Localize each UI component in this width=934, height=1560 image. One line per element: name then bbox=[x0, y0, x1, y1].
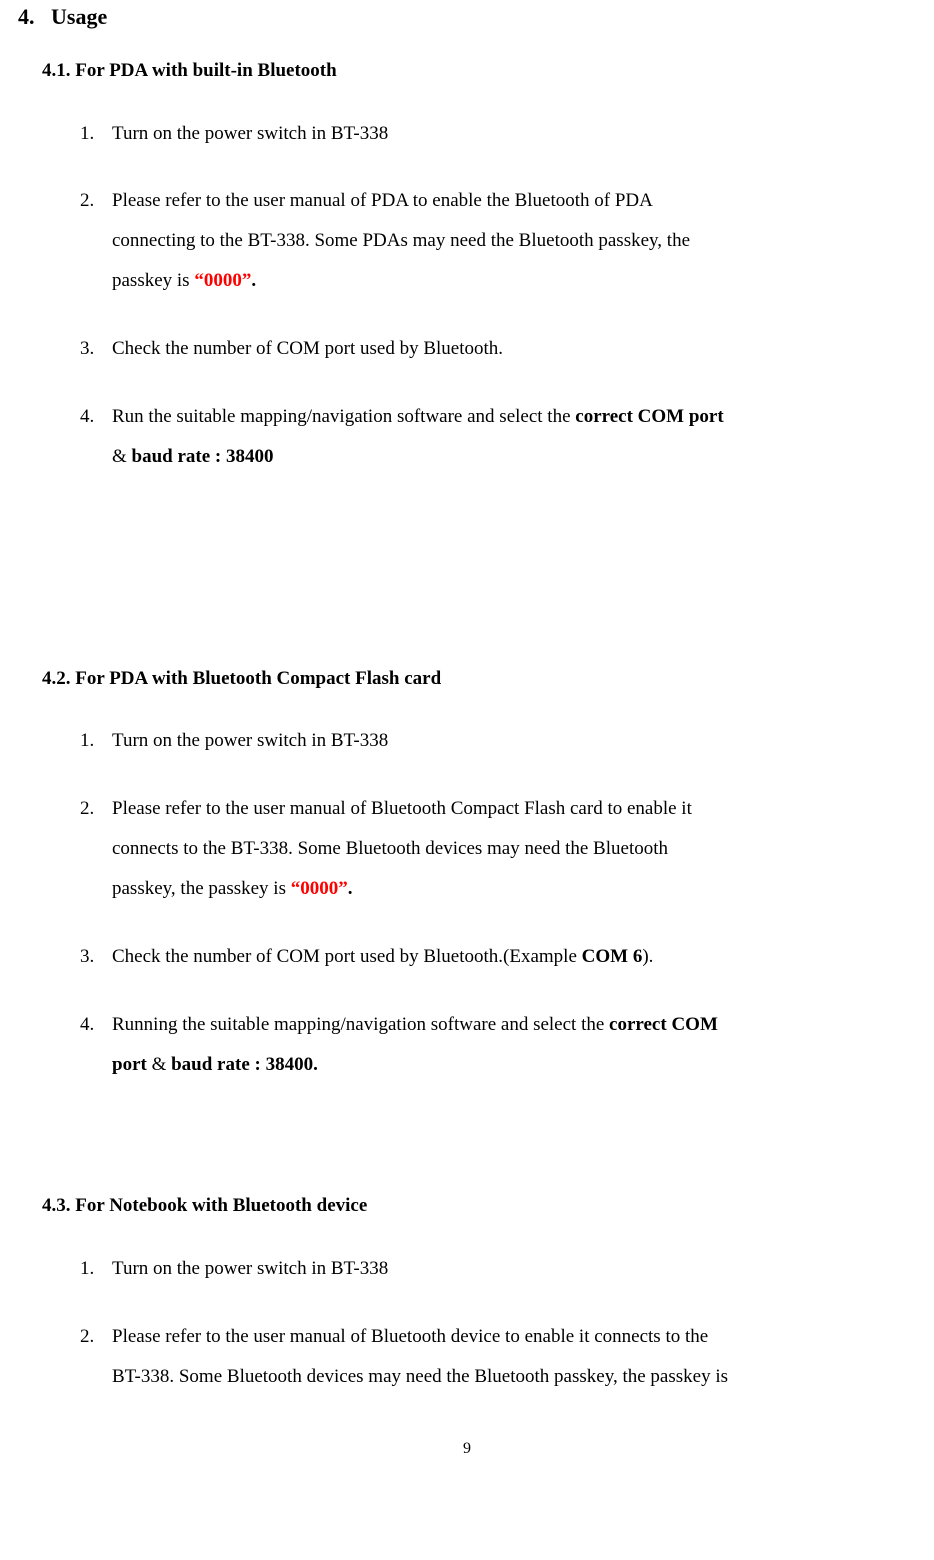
page-number: 9 bbox=[18, 1437, 916, 1461]
item-text-cont: passkey, the passkey is “0000”. bbox=[80, 869, 916, 909]
com-port-example: COM 6 bbox=[582, 946, 643, 967]
text: passkey is bbox=[112, 270, 194, 291]
com-port-label: correct COM port bbox=[575, 406, 723, 427]
list-item: 2. Please refer to the user manual of Blu… bbox=[18, 789, 916, 909]
passkey-value: “0000” bbox=[291, 878, 348, 899]
list-item: 4. Run the suitable mapping/navigation so… bbox=[18, 397, 916, 477]
com-port-label-cont: port bbox=[112, 1054, 147, 1075]
item-number: 4. bbox=[80, 397, 104, 437]
item-text: Please refer to the user manual of Bluet… bbox=[112, 1326, 708, 1347]
text: passkey, the passkey is bbox=[112, 878, 291, 899]
item-text: Run the suitable mapping/navigation soft… bbox=[112, 406, 724, 427]
list-item: 1. Turn on the power switch in BT-338 bbox=[18, 1249, 916, 1289]
text: Check the number of COM port used by Blu… bbox=[112, 946, 582, 967]
subsection-4-1-heading: 4.1. For PDA with built-in Bluetooth bbox=[18, 57, 916, 86]
item-text: Check the number of COM port used by Blu… bbox=[112, 946, 653, 967]
item-text-cont: connecting to the BT-338. Some PDAs may … bbox=[80, 221, 916, 261]
text: . bbox=[251, 270, 256, 291]
text: Run the suitable mapping/navigation soft… bbox=[112, 406, 575, 427]
list-item: 1. Turn on the power switch in BT-338 bbox=[18, 721, 916, 761]
list-item: 2. Please refer to the user manual of PDA… bbox=[18, 181, 916, 301]
list-item: 3. Check the number of COM port used by B… bbox=[18, 937, 916, 977]
item-text-cont: connects to the BT-338. Some Bluetooth d… bbox=[80, 829, 916, 869]
item-text-cont: passkey is “0000”. bbox=[80, 261, 916, 301]
item-text: Turn on the power switch in BT-338 bbox=[112, 730, 388, 751]
list-item: 4. Running the suitable mapping/navigatio… bbox=[18, 1005, 916, 1085]
item-text: Turn on the power switch in BT-338 bbox=[112, 1258, 388, 1279]
item-text-cont: port & baud rate : 38400. bbox=[80, 1045, 916, 1085]
section-heading: 4. Usage bbox=[18, 0, 916, 33]
com-port-label: correct COM bbox=[609, 1014, 718, 1035]
item-number: 2. bbox=[80, 789, 104, 829]
list-item: 3. Check the number of COM port used by B… bbox=[18, 329, 916, 369]
text: ). bbox=[642, 946, 653, 967]
text: Running the suitable mapping/navigation … bbox=[112, 1014, 609, 1035]
item-text: Turn on the power switch in BT-338 bbox=[112, 123, 388, 144]
item-number: 1. bbox=[80, 1249, 104, 1289]
item-text: Please refer to the user manual of Bluet… bbox=[112, 798, 692, 819]
item-number: 2. bbox=[80, 1317, 104, 1357]
item-number: 1. bbox=[80, 114, 104, 154]
item-text: Please refer to the user manual of PDA t… bbox=[112, 190, 653, 211]
baud-rate-label: baud rate : 38400. bbox=[171, 1054, 318, 1075]
item-text-cont: & baud rate : 38400 bbox=[80, 437, 916, 477]
list-item: 2. Please refer to the user manual of Blu… bbox=[18, 1317, 916, 1397]
text: & bbox=[147, 1054, 171, 1075]
item-number: 2. bbox=[80, 181, 104, 221]
item-number: 1. bbox=[80, 721, 104, 761]
item-text: Running the suitable mapping/navigation … bbox=[112, 1014, 718, 1035]
item-number: 3. bbox=[80, 937, 104, 977]
item-text-cont: BT-338. Some Bluetooth devices may need … bbox=[80, 1357, 916, 1397]
subsection-4-2-heading: 4.2. For PDA with Bluetooth Compact Flas… bbox=[18, 665, 916, 694]
section-number: 4. bbox=[18, 4, 35, 29]
subsection-4-3-heading: 4.3. For Notebook with Bluetooth device bbox=[18, 1192, 916, 1221]
passkey-value: “0000” bbox=[194, 270, 251, 291]
section-title: Usage bbox=[51, 4, 107, 29]
item-number: 4. bbox=[80, 1005, 104, 1045]
item-text: Check the number of COM port used by Blu… bbox=[112, 338, 503, 359]
list-item: 1. Turn on the power switch in BT-338 bbox=[18, 114, 916, 154]
text: . bbox=[348, 878, 353, 899]
text: & bbox=[112, 446, 132, 467]
item-number: 3. bbox=[80, 329, 104, 369]
baud-rate-label: baud rate : 38400 bbox=[132, 446, 274, 467]
